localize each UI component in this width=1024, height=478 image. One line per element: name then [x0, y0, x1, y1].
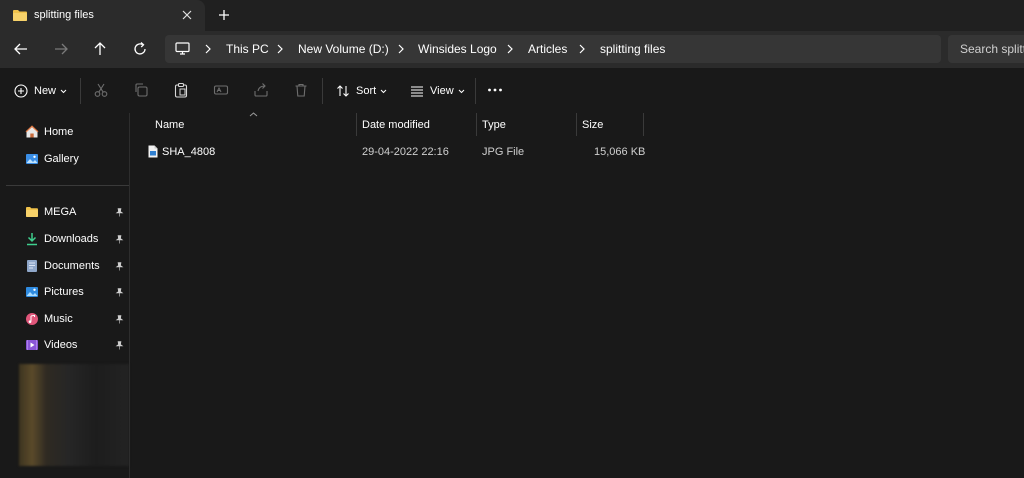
column-header-name[interactable]: Name — [155, 119, 184, 131]
file-size: 15,066 KB — [594, 146, 646, 158]
share-icon[interactable] — [253, 82, 269, 98]
forward-arrow-icon[interactable] — [52, 40, 70, 58]
tab-splitting-files[interactable]: splitting files — [0, 0, 205, 31]
file-date-modified: 29-04-2022 22:16 — [362, 146, 449, 158]
view-list-icon — [410, 85, 424, 97]
column-header-size[interactable]: Size — [582, 119, 603, 131]
toolbar-divider — [80, 78, 81, 104]
column-header-type[interactable]: Type — [482, 119, 506, 131]
download-icon — [25, 232, 39, 246]
plus-icon[interactable] — [217, 8, 231, 22]
search-input[interactable]: Search splitting files — [948, 35, 1024, 63]
back-arrow-icon[interactable] — [12, 40, 30, 58]
sidebar-item-label: Downloads — [44, 233, 99, 245]
chevron-down-icon — [380, 89, 387, 94]
pin-icon[interactable] — [115, 262, 124, 271]
chevron-down-icon — [458, 89, 465, 94]
pin-icon[interactable] — [115, 235, 124, 244]
delete-icon[interactable] — [293, 82, 309, 98]
sidebar-item-label: Music — [44, 313, 73, 325]
up-arrow-icon[interactable] — [91, 40, 109, 58]
refresh-icon[interactable] — [131, 40, 149, 58]
pane-splitter[interactable] — [129, 113, 130, 478]
gallery-icon — [25, 152, 39, 166]
sidebar-item-documents[interactable]: Documents — [25, 257, 129, 275]
view-button[interactable]: View — [410, 82, 465, 100]
image-file-icon — [148, 145, 158, 158]
file-row[interactable]: SHA_4808 29-04-2022 22:16 JPG File 15,06… — [140, 141, 645, 163]
new-label: New — [34, 85, 57, 97]
sidebar-item-pictures[interactable]: Pictures — [25, 283, 129, 301]
sidebar-item-label: Home — [44, 126, 74, 138]
sidebar-item-label: MEGA — [44, 206, 77, 218]
address-row: This PC New Volume (D:) Winsides Logo Ar… — [0, 31, 1024, 68]
sidebar-item-music[interactable]: Music — [25, 310, 129, 328]
breadcrumb-splitting-files[interactable]: splitting files — [600, 42, 665, 56]
videos-icon — [25, 338, 39, 352]
sort-button[interactable]: Sort — [336, 82, 387, 100]
sort-icon — [336, 84, 350, 98]
column-divider[interactable] — [643, 113, 644, 136]
chevron-right-icon — [276, 44, 284, 54]
paste-icon[interactable] — [173, 82, 189, 98]
sidebar-item-videos[interactable]: Videos — [25, 336, 129, 354]
column-divider[interactable] — [356, 113, 357, 136]
more-icon[interactable] — [487, 82, 503, 98]
folder-icon — [12, 9, 28, 22]
sidebar-item-gallery[interactable]: Gallery — [25, 150, 129, 168]
breadcrumb-new-volume[interactable]: New Volume (D:) — [298, 42, 389, 56]
cut-icon[interactable] — [93, 82, 109, 98]
pin-icon[interactable] — [115, 315, 124, 324]
tab-strip: splitting files — [0, 0, 1024, 31]
sidebar-item-label: Videos — [44, 339, 78, 351]
pin-icon[interactable] — [115, 288, 124, 297]
file-name: SHA_4808 — [162, 146, 216, 158]
blurred-region — [19, 364, 129, 466]
sidebar-item-label: Documents — [44, 260, 100, 272]
close-icon[interactable] — [181, 9, 193, 21]
command-bar: New Sort View — [0, 68, 1024, 113]
pictures-icon — [25, 285, 39, 299]
column-divider[interactable] — [576, 113, 577, 136]
toolbar-divider — [475, 78, 476, 104]
documents-icon — [25, 259, 39, 273]
home-icon — [25, 125, 39, 139]
file-type: JPG File — [482, 146, 525, 158]
sidebar-item-home[interactable]: Home — [25, 123, 129, 141]
new-button[interactable]: New — [14, 82, 67, 100]
chevron-down-icon — [60, 89, 67, 94]
sort-ascending-indicator — [249, 112, 258, 117]
sidebar-item-label: Gallery — [44, 153, 79, 165]
view-label: View — [430, 85, 454, 97]
breadcrumb-this-pc[interactable]: This PC — [226, 42, 269, 56]
column-divider[interactable] — [476, 113, 477, 136]
tab-title: splitting files — [34, 9, 94, 21]
music-icon — [25, 312, 39, 326]
sidebar-item-label: Pictures — [44, 286, 84, 298]
pin-icon[interactable] — [115, 341, 124, 350]
this-pc-icon — [175, 42, 190, 55]
plus-circle-icon — [14, 84, 28, 98]
breadcrumb-articles[interactable]: Articles — [528, 42, 567, 56]
breadcrumb-winsides-logo[interactable]: Winsides Logo — [418, 42, 497, 56]
copy-icon[interactable] — [133, 82, 149, 98]
sort-label: Sort — [356, 85, 377, 97]
pin-icon[interactable] — [115, 208, 124, 217]
address-bar[interactable]: This PC New Volume (D:) Winsides Logo Ar… — [165, 35, 941, 63]
chevron-right-icon — [506, 44, 514, 54]
column-header-date-modified[interactable]: Date modified — [362, 119, 430, 131]
chevron-right-icon — [204, 44, 212, 54]
chevron-right-icon — [397, 44, 405, 54]
chevron-right-icon — [578, 44, 586, 54]
sidebar-item-mega[interactable]: MEGA — [25, 203, 129, 221]
folder-icon — [25, 205, 39, 219]
sidebar-item-downloads[interactable]: Downloads — [25, 230, 129, 248]
toolbar-divider — [322, 78, 323, 104]
sidebar-divider — [6, 185, 129, 186]
rename-icon[interactable] — [213, 82, 229, 98]
search-placeholder: Search splitting files — [960, 42, 1024, 56]
